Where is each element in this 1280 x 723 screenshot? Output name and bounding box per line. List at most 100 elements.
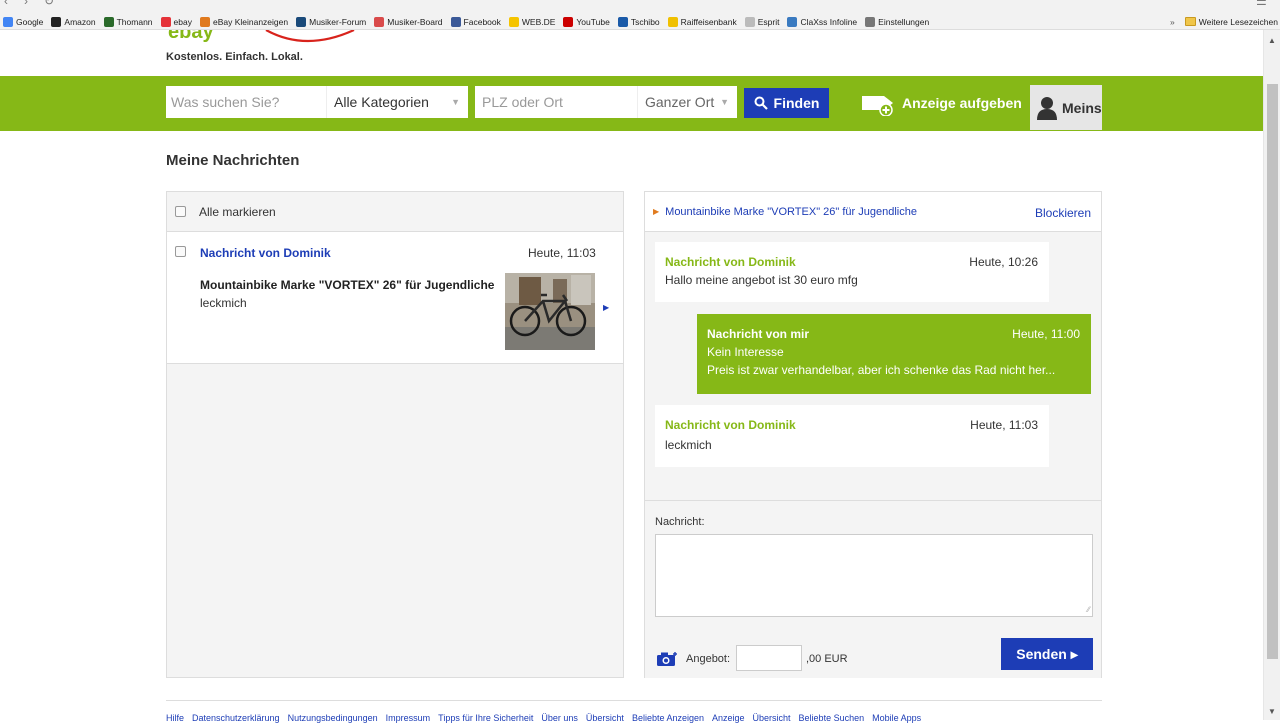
- bookmark-favicon-icon: [508, 16, 519, 27]
- logo[interactable]: ebay: [166, 21, 366, 70]
- tag-plus-icon: [862, 96, 893, 116]
- conversation-checkbox[interactable]: [175, 246, 186, 257]
- bookmark-favicon-icon: [296, 16, 307, 27]
- bookmark-item[interactable]: ebay: [160, 16, 192, 27]
- footer-link[interactable]: Datenschutzerklärung: [192, 713, 280, 723]
- category-select[interactable]: Alle Kategorien ▼: [326, 86, 468, 118]
- footer-link[interactable]: Impressum: [386, 713, 431, 723]
- conversation-time: Heute, 11:03: [528, 246, 596, 260]
- forward-icon[interactable]: ›: [24, 0, 28, 8]
- page-title: Meine Nachrichten: [166, 152, 300, 169]
- message-incoming: Nachricht von Dominik Heute, 11:03 leckm…: [655, 405, 1049, 467]
- bookmark-favicon-icon: [667, 16, 678, 27]
- bookmark-label: Musiker-Forum: [309, 16, 367, 27]
- search-icon: [754, 96, 768, 110]
- folder-icon: [1184, 17, 1196, 26]
- bookmark-item[interactable]: Musiker-Forum: [296, 16, 367, 27]
- other-bookmarks[interactable]: Weitere Lesezeichen: [1199, 17, 1278, 27]
- bookmark-item[interactable]: WEB.DE: [508, 16, 555, 27]
- more-bookmarks-icon[interactable]: »: [1170, 17, 1175, 27]
- bookmark-item[interactable]: Musiker-Board: [374, 16, 443, 27]
- bookmark-label: Esprit: [757, 16, 780, 27]
- footer-link[interactable]: Tipps für Ihre Sicherheit: [438, 713, 533, 723]
- conversation-item[interactable]: Nachricht von Dominik Heute, 11:03 Mount…: [167, 232, 623, 364]
- bookmark-favicon-icon: [563, 16, 574, 27]
- camera-icon[interactable]: [656, 651, 678, 667]
- bike-thumbnail: [505, 273, 595, 350]
- category-value: Alle Kategorien: [334, 94, 429, 110]
- thread-header: ▶ Mountainbike Marke "VORTEX" 26" für Ju…: [645, 192, 1101, 232]
- tagline: Kostenlos. Einfach. Lokal.: [166, 51, 303, 63]
- footer-link[interactable]: Übersicht: [586, 713, 624, 723]
- bookmark-favicon-icon: [199, 16, 210, 27]
- chevron-down-icon: ▼: [720, 97, 729, 107]
- select-all-checkbox[interactable]: [175, 206, 186, 217]
- open-conversation-icon[interactable]: ▶: [603, 303, 609, 312]
- bookmark-item[interactable]: eBay Kleinanzeigen: [199, 16, 288, 27]
- footer-link[interactable]: Nutzungsbedingungen: [288, 713, 378, 723]
- account-button[interactable]: Meins: [1030, 85, 1102, 130]
- bookmark-item[interactable]: Einstellungen: [865, 16, 930, 27]
- message-sender: Nachricht von Dominik: [665, 255, 796, 269]
- bookmark-favicon-icon: [374, 16, 385, 27]
- post-ad-button[interactable]: Anzeige aufgeben: [860, 88, 1022, 118]
- browser-nav: ‹ › ↻ ☰: [0, 0, 1280, 8]
- footer-links: Hilfe Datenschutzerklärung Nutzungsbedingu…: [166, 713, 1102, 723]
- bookmark-label: Google: [16, 16, 44, 27]
- select-all-label[interactable]: Alle markieren: [199, 205, 276, 219]
- arrow-right-icon: ▶: [653, 207, 660, 216]
- ad-title-link[interactable]: Mountainbike Marke "VORTEX" 26" für Juge…: [665, 206, 917, 218]
- bookmark-item[interactable]: Facebook: [450, 16, 501, 27]
- footer-link[interactable]: Anzeige: [712, 713, 745, 723]
- search-input[interactable]: Was suchen Sie?: [166, 86, 326, 118]
- bookmark-item[interactable]: Esprit: [744, 16, 780, 27]
- resize-grip-icon[interactable]: ∕∕: [1087, 605, 1090, 614]
- find-button[interactable]: Finden: [744, 88, 829, 118]
- account-label: Meins: [1062, 99, 1102, 116]
- menu-icon[interactable]: ☰: [1256, 0, 1267, 8]
- bookmark-label: ClaXss Infoline: [800, 16, 858, 27]
- scroll-thumb[interactable]: [1267, 84, 1278, 659]
- page-scrollbar[interactable]: ▲ ▼: [1263, 30, 1280, 720]
- message-thread: ▶ Mountainbike Marke "VORTEX" 26" für Ju…: [644, 191, 1102, 678]
- block-link[interactable]: Blockieren: [1035, 206, 1091, 220]
- bookmark-label: Musiker-Board: [387, 16, 443, 27]
- bookmark-label: Facebook: [463, 16, 501, 27]
- footer-link[interactable]: Mobile Apps: [872, 713, 921, 723]
- bookmark-label: YouTube: [576, 16, 610, 27]
- message-outgoing: Nachricht von mir Heute, 11:00 Kein Inte…: [697, 314, 1091, 394]
- radius-select[interactable]: Ganzer Ort ▼: [637, 86, 737, 118]
- footer-divider: [166, 700, 1102, 701]
- location-input[interactable]: PLZ oder Ort: [475, 86, 637, 118]
- bookmark-item[interactable]: Raiffeisenbank: [667, 16, 737, 27]
- back-icon[interactable]: ‹: [4, 0, 8, 8]
- message-text: Preis ist zwar verhandelbar, aber ich sc…: [707, 363, 1056, 377]
- reload-icon[interactable]: ↻: [44, 0, 54, 8]
- bookmark-favicon-icon: [3, 16, 13, 27]
- bookmark-item[interactable]: Tschibo: [617, 16, 660, 27]
- message-textarea[interactable]: ∕∕: [655, 534, 1093, 617]
- footer-link[interactable]: Über uns: [541, 713, 578, 723]
- message-time: Heute, 11:03: [970, 418, 1038, 432]
- message-label: Nachricht:: [655, 516, 705, 528]
- bookmark-label: Thomann: [116, 16, 153, 27]
- bookmark-item[interactable]: Thomann: [103, 16, 153, 27]
- bookmark-item[interactable]: ClaXss Infoline: [787, 16, 858, 27]
- bookmark-label: Einstellungen: [878, 16, 930, 27]
- bookmark-item[interactable]: Amazon: [51, 16, 96, 27]
- footer-link[interactable]: Übersicht: [753, 713, 791, 723]
- footer-link[interactable]: Beliebte Suchen: [799, 713, 865, 723]
- browser-toolbar: ‹ › ↻ ☰ Google Amazon Thomann ebay eBay Klei…: [0, 0, 1280, 30]
- bookmark-item[interactable]: Google: [3, 16, 44, 27]
- footer-link[interactable]: Hilfe: [166, 713, 184, 723]
- offer-input[interactable]: [736, 645, 802, 671]
- send-button[interactable]: Senden ▸: [1001, 638, 1093, 670]
- conversation-sender: Nachricht von Dominik: [200, 246, 331, 260]
- bookmark-label: Raiffeisenbank: [680, 16, 737, 27]
- scroll-up-icon[interactable]: ▲: [1268, 36, 1276, 45]
- user-icon: [1037, 96, 1057, 120]
- svg-text:ebay: ebay: [168, 30, 214, 43]
- scroll-down-icon[interactable]: ▼: [1268, 707, 1276, 716]
- footer-link[interactable]: Beliebte Anzeigen: [632, 713, 704, 723]
- bookmark-item[interactable]: YouTube: [563, 16, 610, 27]
